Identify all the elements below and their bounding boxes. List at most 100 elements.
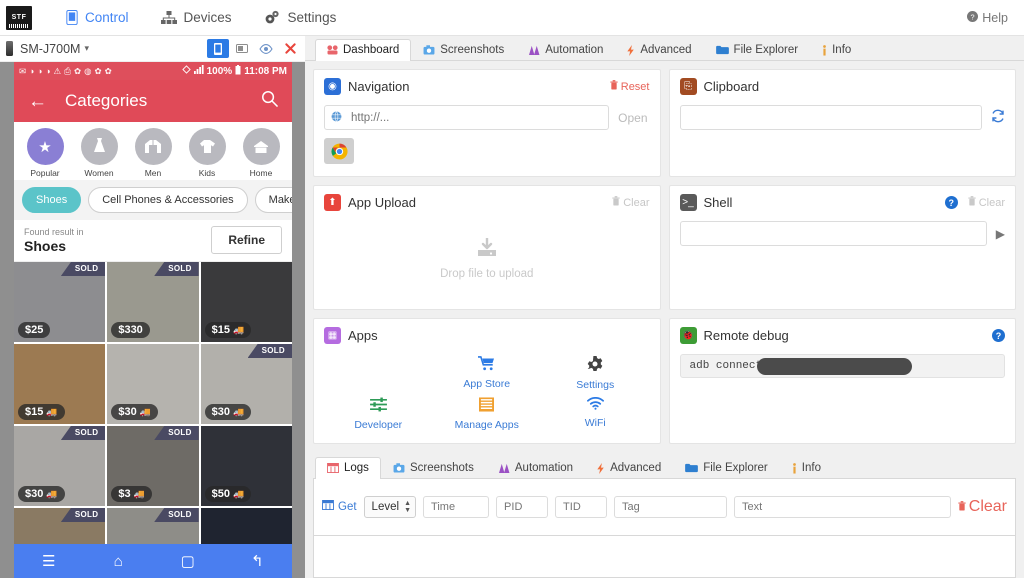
home-icon[interactable]: ⌂ [84, 553, 154, 570]
product-tile[interactable]: SOLD $25 [14, 262, 106, 342]
android-nav-bar[interactable]: ☰ ⌂ ▢ ↰ [14, 544, 292, 578]
device-screen-mirror[interactable]: ✉ ◑ ◑ ◑ ⚠ ⎙ ✿ ◍ ✿ ✿ 100% 11:08 PM ← Cate… [0, 62, 305, 578]
device-action-buttons [207, 39, 301, 58]
logs-tab-label: Automation [514, 462, 574, 474]
product-tile[interactable]: $15 🚚 [14, 344, 106, 424]
log-level-select[interactable]: Level ▲ ▼ [363, 495, 417, 518]
category-item[interactable]: Women [74, 128, 124, 178]
pid-filter[interactable] [496, 495, 549, 518]
url-input[interactable] [324, 105, 610, 130]
product-tile[interactable]: $30 🚚 [107, 344, 199, 424]
recents-icon[interactable]: ▢ [153, 552, 223, 570]
settings-shortcut[interactable]: Settings [541, 356, 650, 391]
logs-tab-strip[interactable]: Logs Screenshots Automation Advanced Fil… [313, 456, 1016, 479]
logs-output-area[interactable] [313, 535, 1016, 578]
logs-tab-file-explorer[interactable]: File Explorer [673, 457, 780, 479]
category-item[interactable]: Kids [182, 128, 232, 178]
logs-tab-logs[interactable]: Logs [315, 457, 381, 479]
play-icon[interactable]: ▶ [996, 227, 1005, 241]
logs-tab-automation[interactable]: Automation [486, 457, 585, 479]
product-tile[interactable]: SOLD $30 🚚 [14, 426, 106, 506]
text-filter[interactable] [734, 495, 951, 518]
watch-eye-icon[interactable] [255, 39, 277, 58]
app-upload-header: ⬆ App Upload Clear [314, 186, 660, 217]
close-device-button[interactable] [279, 39, 301, 58]
adb-connect-field[interactable]: adb connect [679, 354, 1005, 378]
clipboard-input[interactable] [679, 105, 982, 130]
product-tile[interactable]: SOLD $30 🚚 [200, 344, 292, 424]
logs-get-button[interactable]: Get [322, 500, 357, 513]
refine-button[interactable]: Refine [211, 226, 282, 254]
tab-info[interactable]: Info [810, 39, 863, 61]
remote-debug-help-icon[interactable]: ? [992, 329, 1005, 342]
star-icon: ★ [26, 128, 64, 165]
shell-header: >_ Shell ? Clear [670, 186, 1016, 217]
sitemap-icon [160, 10, 177, 25]
logs-tab-screenshots[interactable]: Screenshots [381, 457, 486, 479]
main-tab-strip[interactable]: Dashboard Screenshots Automation Advance… [305, 36, 1024, 61]
nav-item-settings[interactable]: Settings [248, 0, 353, 36]
clipboard-header: ⎘ Clipboard [670, 70, 1016, 101]
device-dropdown-caret[interactable]: ▾ [84, 43, 89, 54]
app-upload-body: Drop file to upload [314, 217, 660, 309]
back-icon[interactable]: ↰ [223, 552, 293, 570]
help-link[interactable]: ? Help [967, 10, 1014, 25]
app-upload-clear-button[interactable]: Clear [612, 196, 650, 209]
tid-filter[interactable] [555, 495, 608, 518]
menu-icon[interactable]: ☰ [14, 552, 84, 570]
app-upload-card[interactable]: ⬆ App Upload Clear Drop file to upload [313, 185, 661, 310]
search-icon[interactable] [261, 90, 278, 112]
time-filter[interactable] [423, 495, 490, 518]
tab-advanced[interactable]: Advanced [615, 39, 703, 61]
apps-header: ▦ Apps [314, 319, 660, 350]
chip-shoes[interactable]: Shoes [22, 187, 82, 213]
product-grid[interactable]: SOLD $25 SOLD $330 $15 🚚 $15 🚚 $30 🚚 SOLD $30 🚚 SOLD $… [14, 262, 292, 578]
app-store-shortcut[interactable]: App Store [433, 356, 542, 391]
tab-label: Automation [545, 44, 604, 56]
apps-title: Apps [348, 328, 378, 343]
filter-chip-row[interactable]: Shoes Cell Phones & Accessories Make [14, 180, 292, 220]
tab-screenshots[interactable]: Screenshots [411, 39, 516, 61]
logs-tab-info[interactable]: Info [780, 457, 833, 479]
shell-clear-button[interactable]: Clear [968, 196, 1005, 209]
logs-clear-button[interactable]: Clear [958, 498, 1007, 516]
trash-icon [612, 196, 620, 209]
category-item[interactable]: ★ Popular [20, 128, 70, 178]
nav-item-devices[interactable]: Devices [145, 0, 248, 36]
category-label: Women [84, 168, 114, 178]
navigation-reset-button[interactable]: Reset [610, 80, 650, 93]
category-item[interactable]: Men [128, 128, 178, 178]
portrait-view-button[interactable] [207, 39, 229, 58]
wifi-shortcut[interactable]: WiFi [541, 396, 650, 431]
open-url-button[interactable]: Open [618, 111, 649, 125]
category-item[interactable]: Home [236, 128, 286, 178]
shell-input[interactable] [679, 221, 987, 246]
product-tile[interactable]: SOLD $330 [107, 262, 199, 342]
manage-apps-shortcut[interactable]: Manage Apps [433, 397, 542, 431]
nav-item-control[interactable]: Control [50, 0, 145, 36]
tab-automation[interactable]: Automation [516, 39, 615, 61]
chip-make[interactable]: Make [254, 187, 292, 213]
tag-filter[interactable] [614, 495, 728, 518]
product-tile[interactable]: $50 🚚 [200, 426, 292, 506]
app-upload-title: App Upload [348, 195, 416, 210]
phone-viewport[interactable]: ✉ ◑ ◑ ◑ ⚠ ⎙ ✿ ◍ ✿ ✿ 100% 11:08 PM ← Cate… [14, 62, 292, 578]
landscape-view-button[interactable] [231, 39, 253, 58]
app-header-bar: ← Categories [14, 80, 292, 122]
notif-icon-1: ◑ [29, 66, 35, 76]
tab-file-explorer[interactable]: File Explorer [704, 39, 811, 61]
tab-dashboard[interactable]: Dashboard [315, 39, 412, 61]
developer-shortcut[interactable]: Developer [324, 397, 433, 431]
refresh-icon[interactable] [991, 109, 1005, 126]
category-carousel[interactable]: ★ Popular Women Men Kids Home [14, 122, 292, 180]
product-tile[interactable]: $15 🚚 [200, 262, 292, 342]
category-item[interactable]: Vinta [290, 128, 292, 178]
back-arrow-icon[interactable]: ← [28, 92, 47, 111]
file-drop-zone[interactable]: Drop file to upload [324, 221, 650, 297]
stepper-arrows-icon: ▲ ▼ [404, 499, 412, 514]
shell-help-icon[interactable]: ? [944, 196, 958, 209]
logs-tab-advanced[interactable]: Advanced [585, 457, 673, 479]
chip-cell-phones[interactable]: Cell Phones & Accessories [88, 187, 248, 213]
chrome-browser-button[interactable] [324, 138, 354, 164]
product-tile[interactable]: SOLD $3 🚚 [107, 426, 199, 506]
